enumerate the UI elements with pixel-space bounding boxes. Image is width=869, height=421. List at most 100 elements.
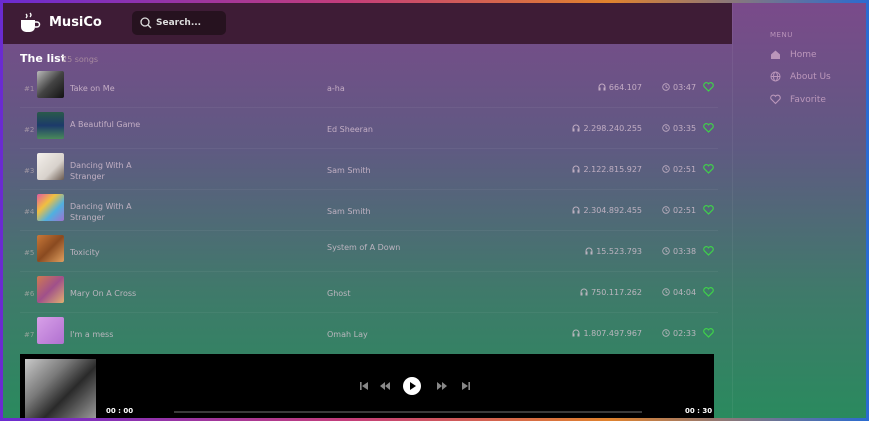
clock-icon — [662, 329, 670, 337]
play-count: 2.298.240.255 — [572, 124, 642, 133]
song-artist[interactable]: Ed Sheeran — [327, 124, 407, 135]
song-artist[interactable]: Omah Lay — [327, 329, 407, 340]
song-number: #4 — [24, 208, 35, 216]
sidebar-item-label: Favorite — [790, 95, 826, 105]
song-row[interactable]: #7 I'm a mess Omah Lay 1.807.497.967 02:… — [20, 312, 718, 353]
current-time: 00 : 00 — [106, 407, 134, 415]
now-playing-cover — [25, 359, 96, 418]
favorite-heart-icon[interactable] — [703, 287, 714, 297]
song-title[interactable]: I'm a mess — [70, 329, 150, 340]
headphones-icon — [572, 329, 580, 337]
album-cover-image — [37, 276, 64, 303]
song-duration: 04:04 — [662, 288, 696, 297]
song-duration: 03:47 — [662, 83, 696, 92]
song-title[interactable]: Toxicity — [70, 247, 150, 258]
album-cover-image — [37, 112, 64, 139]
headphones-icon — [580, 288, 588, 296]
song-artist[interactable]: Sam Smith — [327, 165, 407, 176]
song-artist[interactable]: Ghost — [327, 288, 407, 299]
headphones-icon — [572, 124, 580, 132]
skip-next-icon[interactable] — [460, 380, 472, 392]
album-cover-image — [37, 194, 64, 221]
song-artist[interactable]: a-ha — [327, 83, 407, 94]
song-number: #3 — [24, 167, 35, 175]
top-bar: MusiCo — [3, 3, 732, 44]
song-title[interactable]: Dancing With A Stranger — [70, 160, 150, 182]
song-artist[interactable]: System of A Down — [327, 242, 407, 253]
song-title[interactable]: Dancing With A Stranger — [70, 201, 150, 223]
headphones-icon — [572, 206, 580, 214]
favorite-heart-icon[interactable] — [703, 205, 714, 215]
favorite-heart-icon[interactable] — [703, 246, 714, 256]
favorite-heart-icon[interactable] — [703, 82, 714, 92]
song-duration: 02:33 — [662, 329, 696, 338]
menu-label: MENU — [770, 31, 793, 39]
sidebar: MENU Home About Us Favorite — [732, 3, 866, 418]
song-row[interactable]: #5 Toxicity System of A Down 15.523.793 … — [20, 230, 718, 272]
skip-previous-icon[interactable] — [358, 380, 370, 392]
song-duration: 02:51 — [662, 206, 696, 215]
sidebar-item-favorite[interactable]: Favorite — [770, 94, 860, 108]
album-cover-image — [37, 317, 64, 344]
favorite-heart-icon[interactable] — [703, 164, 714, 174]
song-number: #2 — [24, 126, 35, 134]
clock-icon — [662, 247, 670, 255]
main-panel: MusiCo The list 25 songs #1 Take on Me a… — [3, 3, 732, 418]
album-cover-image — [37, 153, 64, 180]
play-count: 2.122.815.927 — [572, 165, 642, 174]
heart-icon — [770, 94, 781, 105]
song-number: #7 — [24, 331, 35, 339]
song-duration: 02:51 — [662, 165, 696, 174]
song-artist[interactable]: Sam Smith — [327, 206, 407, 217]
progress-track[interactable] — [174, 411, 642, 413]
clock-icon — [662, 288, 670, 296]
song-row[interactable]: #6 Mary On A Cross Ghost 750.117.262 04:… — [20, 271, 718, 313]
song-duration: 03:35 — [662, 124, 696, 133]
sidebar-item-about-us[interactable]: About Us — [770, 71, 860, 85]
song-title[interactable]: Mary On A Cross — [70, 288, 150, 299]
player-bar: 00 : 00 00 : 30 — [20, 354, 714, 418]
app-brand-name: MusiCo — [49, 15, 102, 30]
total-time: 00 : 30 — [685, 407, 713, 415]
song-number: #5 — [24, 249, 35, 257]
clock-icon — [662, 206, 670, 214]
home-icon — [771, 50, 780, 59]
sidebar-item-label: About Us — [790, 72, 831, 82]
search-box[interactable] — [132, 11, 226, 35]
song-number: #6 — [24, 290, 35, 298]
clock-icon — [662, 165, 670, 173]
clock-icon — [662, 83, 670, 91]
song-title[interactable]: Take on Me — [70, 83, 150, 94]
play-count: 2.304.892.455 — [572, 206, 642, 215]
sidebar-item-home[interactable]: Home — [770, 49, 860, 63]
song-row[interactable]: #2 A Beautiful Game Ed Sheeran 2.298.240… — [20, 107, 718, 149]
search-icon — [140, 17, 152, 29]
play-icon — [410, 382, 416, 390]
play-button[interactable] — [403, 377, 421, 395]
sidebar-item-label: Home — [790, 50, 817, 60]
album-cover-image — [37, 71, 64, 98]
rewind-icon[interactable] — [379, 380, 391, 392]
favorite-heart-icon[interactable] — [703, 123, 714, 133]
song-row[interactable]: #3 Dancing With A Stranger Sam Smith 2.1… — [20, 148, 718, 190]
play-count: 664.107 — [598, 83, 642, 92]
app-window: MusiCo The list 25 songs #1 Take on Me a… — [3, 3, 866, 418]
favorite-heart-icon[interactable] — [703, 328, 714, 338]
fast-forward-icon[interactable] — [436, 380, 448, 392]
search-input[interactable] — [156, 14, 220, 31]
play-count: 1.807.497.967 — [572, 329, 642, 338]
headphones-icon — [598, 83, 606, 91]
song-number: #1 — [24, 85, 35, 93]
clock-icon — [662, 124, 670, 132]
headphones-icon — [572, 165, 580, 173]
song-count: 25 songs — [62, 55, 99, 64]
headphones-icon — [585, 247, 593, 255]
album-cover-image — [37, 235, 64, 262]
song-row[interactable]: #1 Take on Me a-ha 664.107 03:47 — [20, 66, 718, 108]
song-row[interactable]: #4 Dancing With A Stranger Sam Smith 2.3… — [20, 189, 718, 231]
song-title[interactable]: A Beautiful Game — [70, 119, 150, 130]
coffee-cup-icon — [21, 12, 41, 32]
list-title: The list — [20, 52, 66, 65]
play-count: 750.117.262 — [580, 288, 642, 297]
play-count: 15.523.793 — [585, 247, 642, 256]
